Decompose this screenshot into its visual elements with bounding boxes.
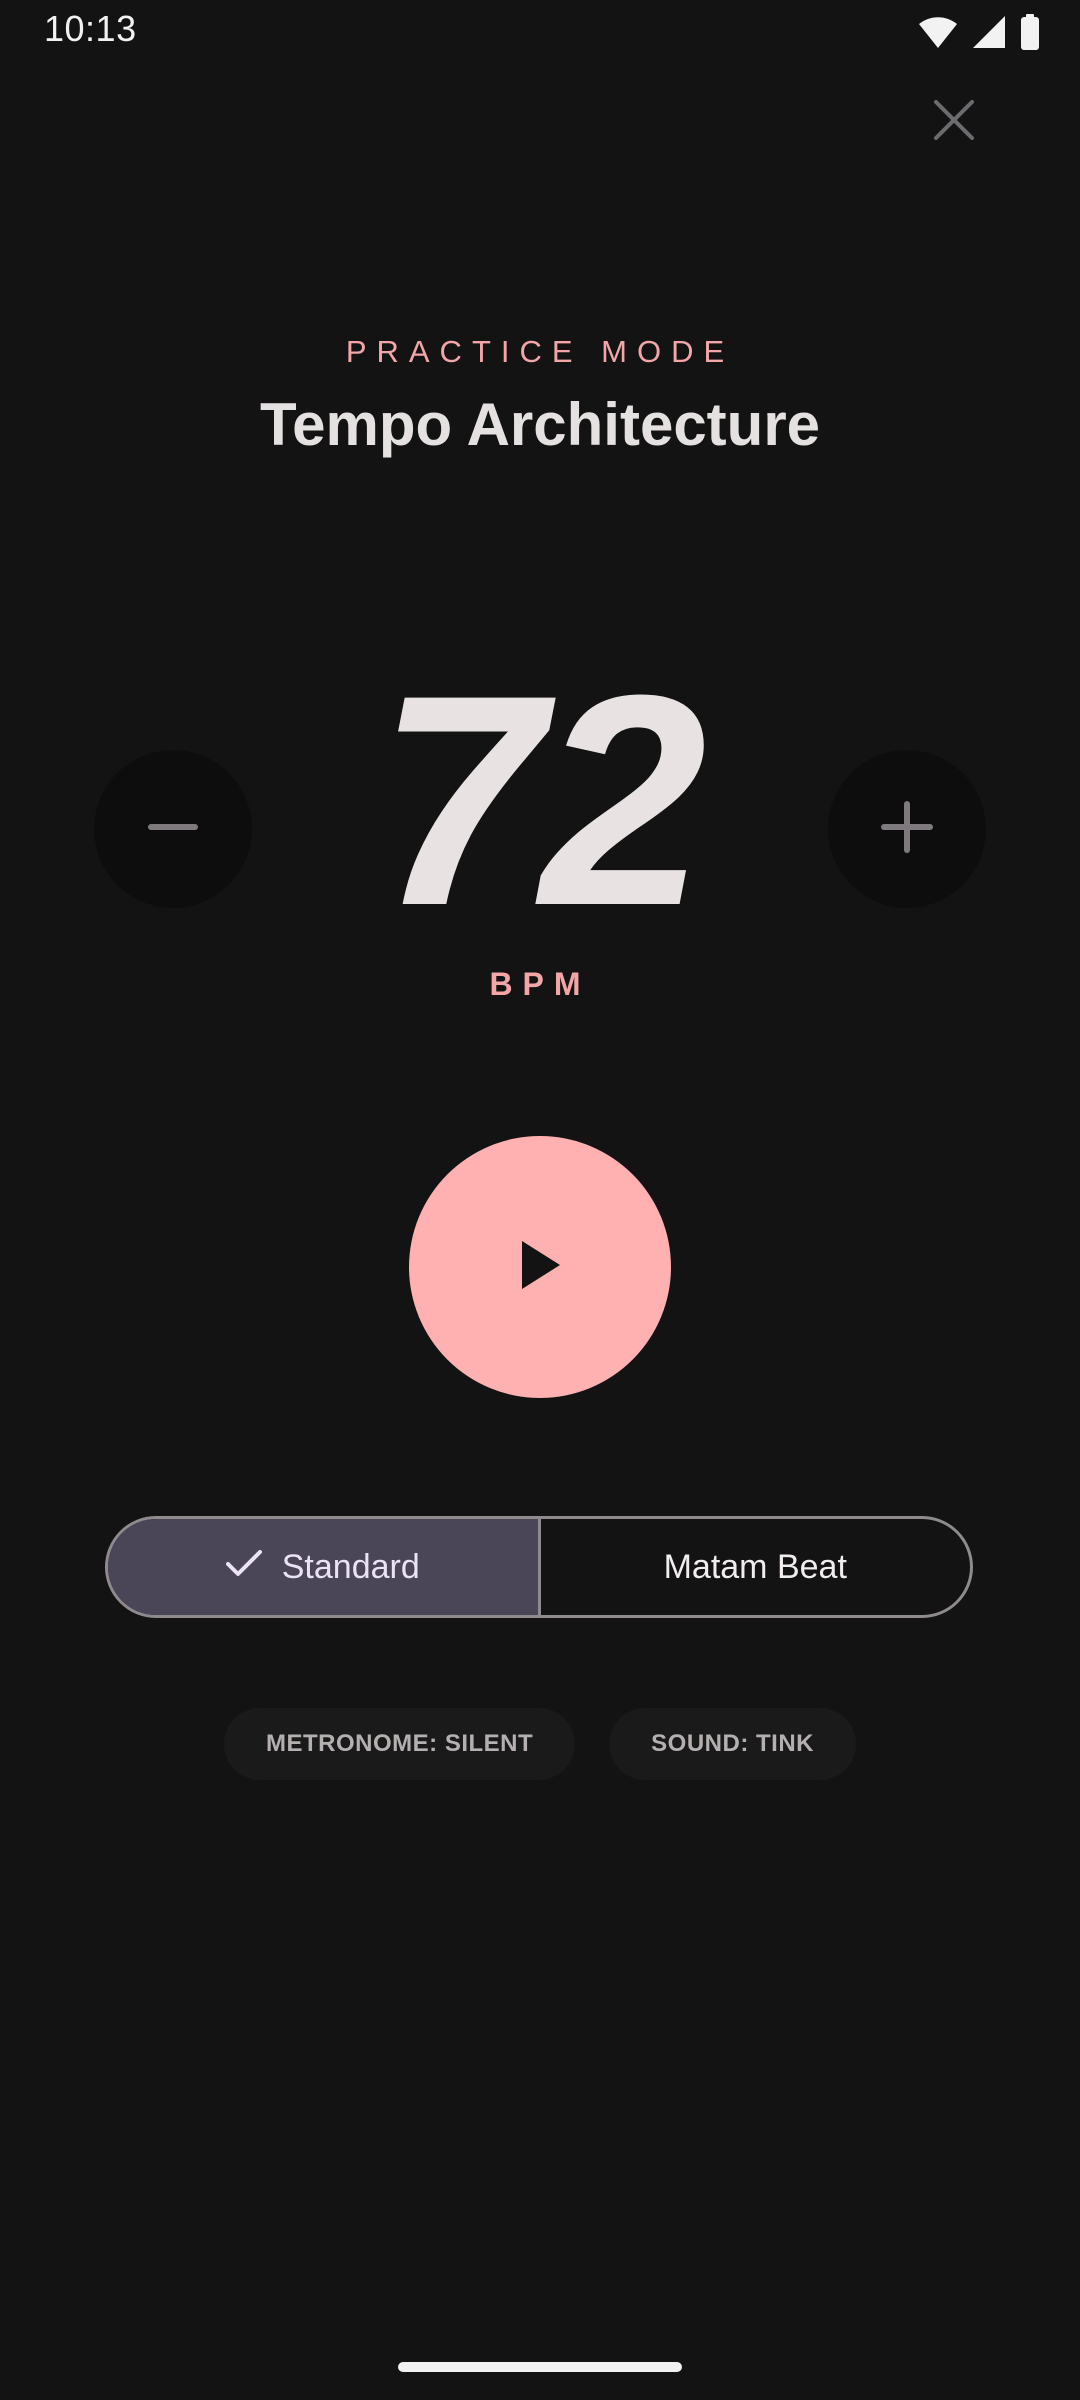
segment-matam-beat[interactable]: Matam Beat bbox=[541, 1519, 971, 1615]
decrease-tempo-button[interactable] bbox=[94, 750, 252, 908]
status-time: 10:13 bbox=[44, 8, 137, 49]
minus-icon bbox=[148, 802, 198, 857]
checkmark-icon bbox=[225, 1548, 262, 1587]
bpm-value: 72 bbox=[377, 632, 707, 968]
increase-tempo-button[interactable] bbox=[828, 750, 986, 908]
play-icon bbox=[518, 1239, 562, 1296]
play-button[interactable] bbox=[409, 1136, 671, 1398]
practice-mode-label: PRACTICE MODE bbox=[345, 334, 735, 369]
sound-chip[interactable]: SOUND: TINK bbox=[609, 1708, 856, 1780]
status-bar: 10:13 bbox=[0, 0, 1080, 62]
wifi-icon bbox=[918, 15, 958, 49]
metronome-chip[interactable]: METRONOME: SILENT bbox=[224, 1708, 576, 1780]
status-icons bbox=[918, 12, 1040, 52]
tempo-control: 72 bbox=[0, 650, 1080, 950]
cellular-signal-icon bbox=[972, 15, 1006, 49]
plus-icon bbox=[881, 800, 933, 858]
segment-label: Standard bbox=[281, 1547, 420, 1586]
segment-standard[interactable]: Standard bbox=[108, 1519, 541, 1615]
close-button[interactable] bbox=[914, 82, 994, 162]
page-title: Tempo Architecture bbox=[259, 391, 821, 458]
segment-label: Matam Beat bbox=[663, 1547, 847, 1586]
battery-icon bbox=[1020, 14, 1040, 50]
settings-chips: METRONOME: SILENT SOUND: TINK bbox=[0, 1708, 1080, 1780]
bpm-unit-label: BPM bbox=[489, 966, 591, 1002]
mode-selector: Standard Matam Beat bbox=[105, 1516, 973, 1618]
home-indicator[interactable] bbox=[398, 2362, 682, 2372]
close-icon bbox=[932, 98, 976, 147]
